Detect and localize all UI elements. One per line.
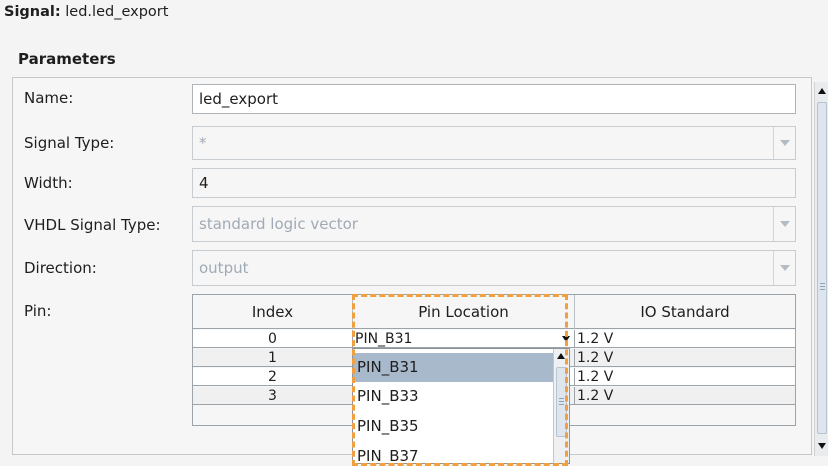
scroll-down-icon[interactable] <box>816 439 828 453</box>
vhdl-signal-type-value: standard logic vector <box>199 215 358 233</box>
index-cell: 0 <box>193 330 353 348</box>
dropdown-option-pin-b33[interactable]: PIN_B33 <box>353 382 553 411</box>
io-standard-cell[interactable]: 1.2 V <box>575 330 795 348</box>
io-standard-cell[interactable]: 1.2 V <box>575 349 795 367</box>
index-cell: 3 <box>193 387 353 405</box>
dropdown-option-pin-b35[interactable]: PIN_B35 <box>353 412 553 441</box>
signal-label: Signal: <box>4 4 61 20</box>
dropdown-scrollbar[interactable] <box>553 349 569 463</box>
direction-label: Direction: <box>24 259 97 277</box>
width-label: Width: <box>24 174 73 192</box>
name-field[interactable]: led_export <box>192 84 796 114</box>
pin-location-cell[interactable]: PIN_B31 <box>353 330 575 348</box>
signal-type-label: Signal Type: <box>24 134 115 152</box>
main-scroll-thumb[interactable] <box>817 102 827 434</box>
index-cell: 1 <box>193 349 353 367</box>
parameters-title: Parameters <box>18 50 116 68</box>
vhdl-signal-type-label: VHDL Signal Type: <box>24 216 161 234</box>
dropdown-option-pin-b31[interactable]: PIN_B31 <box>353 353 553 382</box>
dropdown-scroll-thumb[interactable] <box>556 367 567 437</box>
direction-value: output <box>199 259 249 277</box>
main-scrollbar[interactable] <box>814 82 828 456</box>
io-standard-cell[interactable]: 1.2 V <box>575 368 795 386</box>
scroll-up-icon[interactable] <box>816 84 828 98</box>
signal-type-value: * <box>199 134 207 152</box>
pin-location-value: PIN_B31 <box>355 331 413 347</box>
direction-combo[interactable]: output <box>192 250 796 286</box>
name-value: led_export <box>199 90 279 108</box>
pin-label: Pin: <box>24 302 52 320</box>
index-cell: 2 <box>193 368 353 386</box>
signal-type-combo[interactable]: * <box>192 126 796 160</box>
width-value: 4 <box>199 174 209 192</box>
column-header-index[interactable]: Index <box>193 295 353 329</box>
column-header-io-standard[interactable]: IO Standard <box>575 295 795 329</box>
vhdl-dropdown-icon[interactable] <box>773 207 795 241</box>
table-row[interactable]: 0 PIN_B31 1.2 V <box>193 330 795 348</box>
signal-title: Signal: led.led_export <box>4 4 168 20</box>
width-field: 4 <box>192 168 796 198</box>
column-header-pin-location[interactable]: Pin Location <box>353 295 575 329</box>
name-label: Name: <box>24 89 74 107</box>
pin-location-dropdown-icon[interactable] <box>562 336 570 342</box>
io-standard-cell[interactable]: 1.2 V <box>575 387 795 405</box>
signal-value: led.led_export <box>65 4 169 20</box>
dropdown-scroll-up-icon[interactable] <box>557 353 565 359</box>
signal-type-dropdown-icon[interactable] <box>773 127 795 159</box>
direction-dropdown-icon[interactable] <box>773 251 795 285</box>
dropdown-option-pin-b37[interactable]: PIN_B37 <box>353 442 553 463</box>
pin-location-dropdown-list[interactable]: PIN_B31 PIN_B33 PIN_B35 PIN_B37 <box>352 348 570 464</box>
vhdl-signal-type-combo[interactable]: standard logic vector <box>192 206 796 242</box>
